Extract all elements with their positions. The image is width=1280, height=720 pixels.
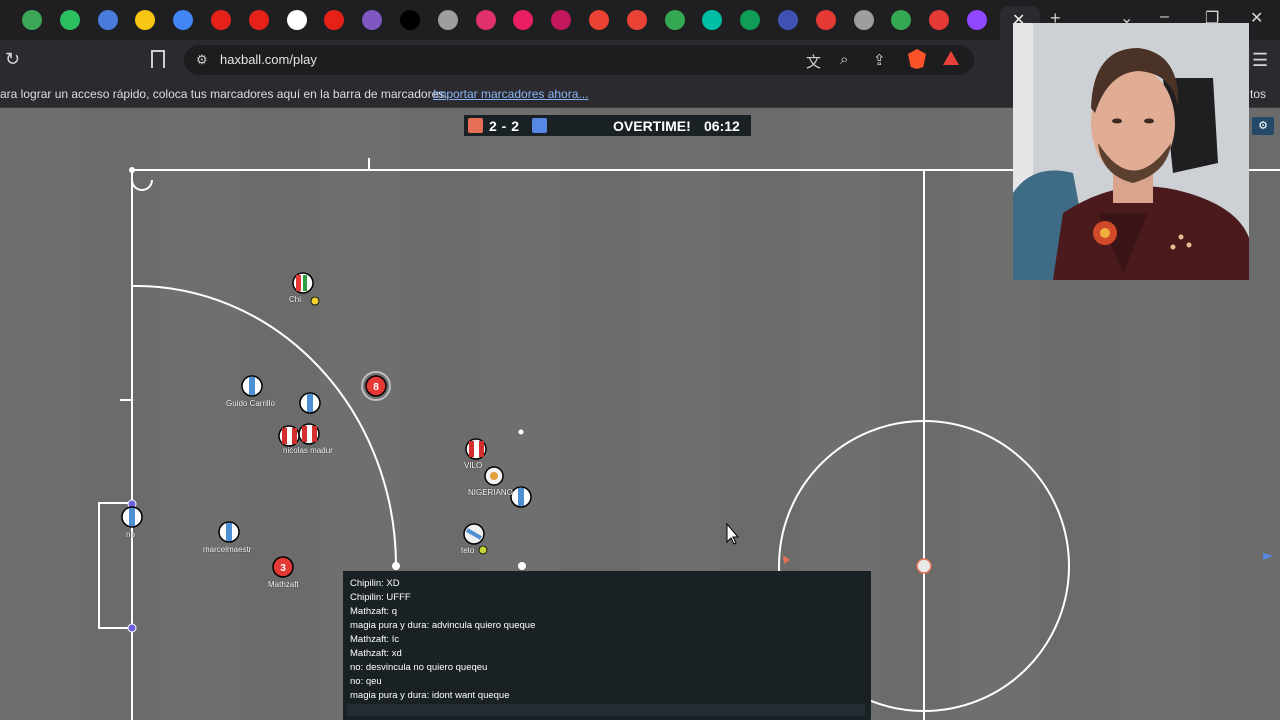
reload-icon[interactable]: ↻ xyxy=(5,49,20,70)
tab-favicon-icon[interactable] xyxy=(929,10,950,30)
blue-team-indicator xyxy=(532,118,547,133)
bookmarks-other[interactable]: tos xyxy=(1250,87,1266,101)
player-vilo xyxy=(465,438,487,460)
tab-favicon-icon[interactable] xyxy=(740,10,761,30)
tab-favicon-icon[interactable] xyxy=(551,10,572,30)
chat-message: no: qeu xyxy=(350,676,382,687)
tab-favicon-icon[interactable] xyxy=(778,10,798,30)
translate-icon[interactable]: 文 xyxy=(806,51,821,72)
chat-message: Mathzaft: Ic xyxy=(350,634,400,645)
tab-favicon-icon[interactable] xyxy=(853,10,874,30)
player-name: marcelmaestr xyxy=(203,545,252,554)
player-guido-carrillo xyxy=(241,375,263,397)
screen: ✕ + ⌄ – ❐ ✕ ↻ ⚙ haxball.com/play 文 ⌕ ⇪ ☰… xyxy=(0,0,1280,720)
player-marcelmaestr xyxy=(218,521,240,543)
tab-favicon-icon[interactable] xyxy=(59,10,80,30)
red-team-indicator xyxy=(468,118,483,133)
browser-menu-icon[interactable]: ☰ xyxy=(1252,50,1268,71)
player-name: Mathzaft xyxy=(268,580,299,589)
tab-favicon-icon[interactable] xyxy=(475,10,496,30)
webcam-overlay xyxy=(1013,23,1249,280)
window-close-icon[interactable]: ✕ xyxy=(1250,8,1263,28)
url-text[interactable]: haxball.com/play xyxy=(220,52,317,67)
tab-favicon-icon[interactable] xyxy=(626,10,647,30)
player-name: teto xyxy=(461,546,475,555)
tab-favicon-icon[interactable] xyxy=(135,10,156,30)
tab-favicon-icon[interactable] xyxy=(324,10,345,30)
player-blue-2 xyxy=(299,392,321,414)
tab-favicon-icon[interactable] xyxy=(362,10,383,30)
player-nicolas-madur xyxy=(298,423,320,445)
bookmarks-hint: ara lograr un acceso rápido, coloca tus … xyxy=(0,87,448,101)
player-name: no xyxy=(126,530,135,539)
overtime-label: OVERTIME! xyxy=(613,118,691,134)
center-red-number: 8 xyxy=(373,382,379,393)
player-red-a xyxy=(278,425,300,447)
player-name: Chi xyxy=(289,295,302,304)
import-bookmarks-link[interactable]: Importar marcadores ahora... xyxy=(433,87,588,101)
tab-favicon-icon[interactable] xyxy=(211,10,231,30)
player-name: VILO xyxy=(464,461,483,470)
chat-message: Chipilin: UFFF xyxy=(350,592,411,603)
tab-favicon-icon[interactable] xyxy=(437,10,458,30)
tab-favicon-icon[interactable] xyxy=(400,10,420,30)
chat-message: Mathzaft: q xyxy=(350,606,397,617)
brave-rewards-icon[interactable] xyxy=(943,51,959,65)
share-icon[interactable]: ⇪ xyxy=(873,51,886,69)
tab-favicon-icon[interactable] xyxy=(22,10,42,30)
chat-message: Chipilin: XD xyxy=(350,578,400,589)
tab-favicon-icon[interactable] xyxy=(664,10,685,30)
tab-favicon-icon[interactable] xyxy=(815,10,836,30)
bookmark-icon[interactable] xyxy=(151,50,165,68)
tab-favicon-icon[interactable] xyxy=(97,10,118,30)
player-no xyxy=(121,506,143,528)
site-info-icon[interactable]: ⚙ xyxy=(196,52,208,68)
zoom-icon[interactable]: ⌕ xyxy=(840,51,848,68)
player-name: Guido Carrillo xyxy=(226,399,275,408)
chat-message: Mathzaft: xd xyxy=(350,648,402,659)
chat-message: magia pura y dura: advincula quiero queq… xyxy=(350,620,536,631)
tab-favicon-icon[interactable] xyxy=(513,10,534,30)
tab-favicon-icon[interactable] xyxy=(286,10,307,30)
tab-favicon-icon[interactable] xyxy=(702,10,723,30)
chat-message: magia pura y dura: idont want queque xyxy=(350,690,510,701)
player-name: NIGERIANO xyxy=(468,488,513,497)
settings-gear-icon[interactable]: ⚙ xyxy=(1252,117,1274,135)
mathzaft-number: 3 xyxy=(280,563,286,574)
player-name: nicolas madur xyxy=(283,446,333,455)
tab-favicon-icon[interactable] xyxy=(589,10,609,30)
chat-message: no: desvincula no quiero queqeu xyxy=(350,662,488,673)
score: 2 - 2 xyxy=(489,118,520,134)
tab-favicon-icon[interactable] xyxy=(967,10,987,30)
chat-input[interactable] xyxy=(347,704,865,716)
tab-favicon-icon[interactable] xyxy=(173,10,194,30)
game-clock: 06:12 xyxy=(704,118,740,134)
tab-favicon-icon[interactable] xyxy=(248,10,269,30)
tab-favicon-icon[interactable] xyxy=(891,10,912,30)
webcam-feed xyxy=(1013,23,1249,280)
